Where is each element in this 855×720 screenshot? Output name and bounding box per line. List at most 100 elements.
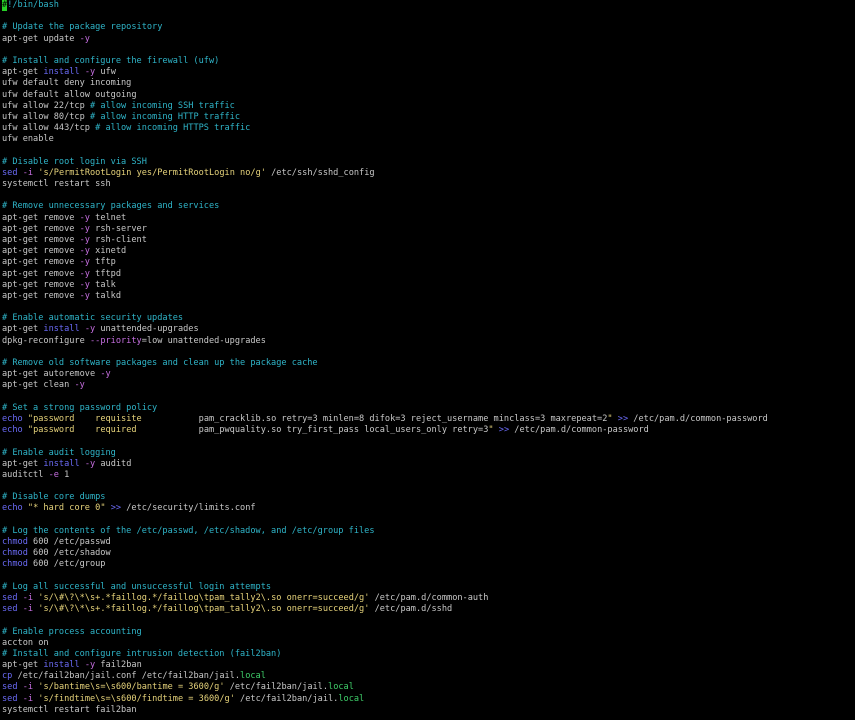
terminal-text-flag: -y: [84, 324, 96, 335]
terminal-line: apt-get remove -y talk: [2, 280, 855, 291]
terminal-line: chmod 600 /etc/group: [2, 559, 855, 570]
terminal-text-keyword: sed: [2, 604, 18, 615]
terminal-text-comment: !/bin/bash: [7, 0, 59, 10]
terminal-text-string: 's/\#\?\*\s+.*faillog.*/faillog\tpam_tal…: [38, 592, 370, 603]
terminal-text-keyword: install: [43, 67, 80, 78]
terminal-text-default: apt-get remove: [2, 223, 80, 234]
terminal-text-default: ufw enable: [2, 134, 54, 145]
terminal-text-default: apt-get: [2, 458, 44, 469]
terminal-window[interactable]: #!/bin/bash # Update the package reposit…: [0, 0, 855, 720]
terminal-text-keyword: install: [43, 324, 80, 335]
terminal-text-default: 600 /etc/group: [27, 559, 106, 570]
terminal-text-default: tftp: [89, 257, 116, 268]
terminal-line: echo "password required pam_pwquality.so…: [2, 425, 855, 436]
terminal-text-default: ufw: [95, 67, 116, 78]
terminal-line: chmod 600 /etc/shadow: [2, 548, 855, 559]
terminal-line: auditctl -e 1: [2, 470, 855, 481]
terminal-text-string: "password requisite: [27, 413, 199, 424]
terminal-line: sed -i 's/bantime\s=\s600/bantime = 3600…: [2, 682, 855, 693]
terminal-text-default: ufw allow 443/tcp: [2, 123, 96, 134]
terminal-line: # Log the contents of the /etc/passwd, /…: [2, 526, 855, 537]
terminal-line: ufw enable: [2, 134, 855, 145]
terminal-text-flag: -i: [22, 682, 34, 693]
terminal-text-string: 's/PermitRootLogin yes/PermitRootLogin n…: [38, 167, 266, 178]
terminal-text-flag: -y: [79, 268, 90, 279]
terminal-line: # Enable automatic security updates: [2, 313, 855, 324]
terminal-text-keyword: >>: [110, 503, 122, 514]
terminal-text-comment: # Set a strong password policy: [2, 402, 158, 413]
terminal-text-default: pam_cracklib.so retry=3 minlen=8 difok=3…: [198, 413, 608, 424]
terminal-text-flag: -i: [22, 604, 34, 615]
terminal-line: sed -i 's/PermitRootLogin yes/PermitRoot…: [2, 168, 855, 179]
terminal-text-default: /etc/fail2ban/jail.conf /etc/fail2ban/ja…: [12, 671, 241, 682]
terminal-line: # Log all successful and unsuccessful lo…: [2, 582, 855, 593]
terminal-line: cp /etc/fail2ban/jail.conf /etc/fail2ban…: [2, 671, 855, 682]
terminal-text-default: /etc/fail2ban/jail.: [234, 693, 339, 704]
terminal-text-flag: -y: [100, 369, 111, 380]
terminal-text-keyword: echo: [2, 413, 23, 424]
terminal-line: # Disable core dumps: [2, 492, 855, 503]
terminal-text-default: apt-get remove: [2, 279, 80, 290]
terminal-text-keyword: echo: [2, 503, 23, 514]
terminal-line: ufw allow 22/tcp # allow incoming SSH tr…: [2, 101, 855, 112]
terminal-text-default: ufw default deny incoming: [2, 78, 132, 89]
terminal-line: apt-get install -y ufw: [2, 67, 855, 78]
terminal-line: apt-get clean -y: [2, 380, 855, 391]
terminal-line: # Install and configure intrusion detect…: [2, 649, 855, 660]
terminal-text-comment: # allow incoming SSH traffic: [89, 100, 235, 111]
terminal-text-flag: -y: [84, 67, 96, 78]
terminal-text-default: accton on: [2, 637, 49, 648]
terminal-text-comment: # Disable root login via SSH: [2, 156, 147, 167]
terminal-line: apt-get remove -y talkd: [2, 291, 855, 302]
terminal-line: # Remove unnecessary packages and servic…: [2, 201, 855, 212]
terminal-text-default: ufw default allow outgoing: [2, 89, 137, 100]
terminal-text-flag: -y: [79, 33, 90, 44]
terminal-text-flag: -y: [79, 223, 90, 234]
terminal-text-comment: # Remove unnecessary packages and servic…: [2, 201, 220, 212]
terminal-line: systemctl restart ssh: [2, 179, 855, 190]
terminal-text-keyword: >>: [498, 425, 510, 436]
terminal-text-comment: # Enable audit logging: [2, 447, 116, 458]
terminal-text-keyword: sed: [2, 682, 18, 693]
terminal-text-default: apt-get remove: [2, 234, 80, 245]
terminal-text-flag: -y: [84, 660, 96, 671]
terminal-text-comment: # Install and configure intrusion detect…: [2, 648, 282, 659]
terminal-text-flag: -y: [84, 458, 96, 469]
terminal-text-path-local: local: [240, 671, 266, 682]
terminal-line: apt-get remove -y xinetd: [2, 246, 855, 257]
terminal-text-flag: -y: [74, 380, 85, 391]
terminal-line: #!/bin/bash: [2, 0, 855, 12]
terminal-text-path-local: local: [328, 682, 354, 693]
terminal-text-flag: -i: [22, 167, 34, 178]
terminal-text-default: 600 /etc/shadow: [27, 548, 111, 559]
terminal-text-flag: --priority: [89, 335, 142, 346]
terminal-text-default: tftpd: [89, 268, 122, 279]
terminal-text-default: xinetd: [89, 246, 127, 257]
terminal-text-comment: # Disable core dumps: [2, 492, 106, 503]
terminal-text-default: /etc/fail2ban/jail.: [224, 682, 329, 693]
terminal-text-string: "* hard core 0": [27, 503, 106, 514]
terminal-text-area[interactable]: #!/bin/bash # Update the package reposit…: [0, 0, 855, 716]
terminal-text-default: apt-get update: [2, 33, 80, 44]
terminal-text-keyword: sed: [2, 167, 18, 178]
terminal-text-default: 1: [58, 469, 70, 480]
terminal-text-keyword: sed: [2, 592, 18, 603]
terminal-line: dpkg-reconfigure --priority=low unattend…: [2, 336, 855, 347]
terminal-text-default: ufw allow 22/tcp: [2, 100, 90, 111]
terminal-line: apt-get update -y: [2, 34, 855, 45]
terminal-line: ufw default deny incoming: [2, 78, 855, 89]
terminal-text-comment: # allow incoming HTTP traffic: [89, 111, 241, 122]
terminal-text-flag: -i: [22, 693, 34, 704]
terminal-text-string: 's/bantime\s=\s600/bantime = 3600/g': [38, 682, 225, 693]
terminal-text-default: systemctl restart fail2ban: [2, 704, 137, 715]
terminal-line: ufw allow 443/tcp # allow incoming HTTPS…: [2, 123, 855, 134]
terminal-text-flag: -i: [22, 592, 34, 603]
